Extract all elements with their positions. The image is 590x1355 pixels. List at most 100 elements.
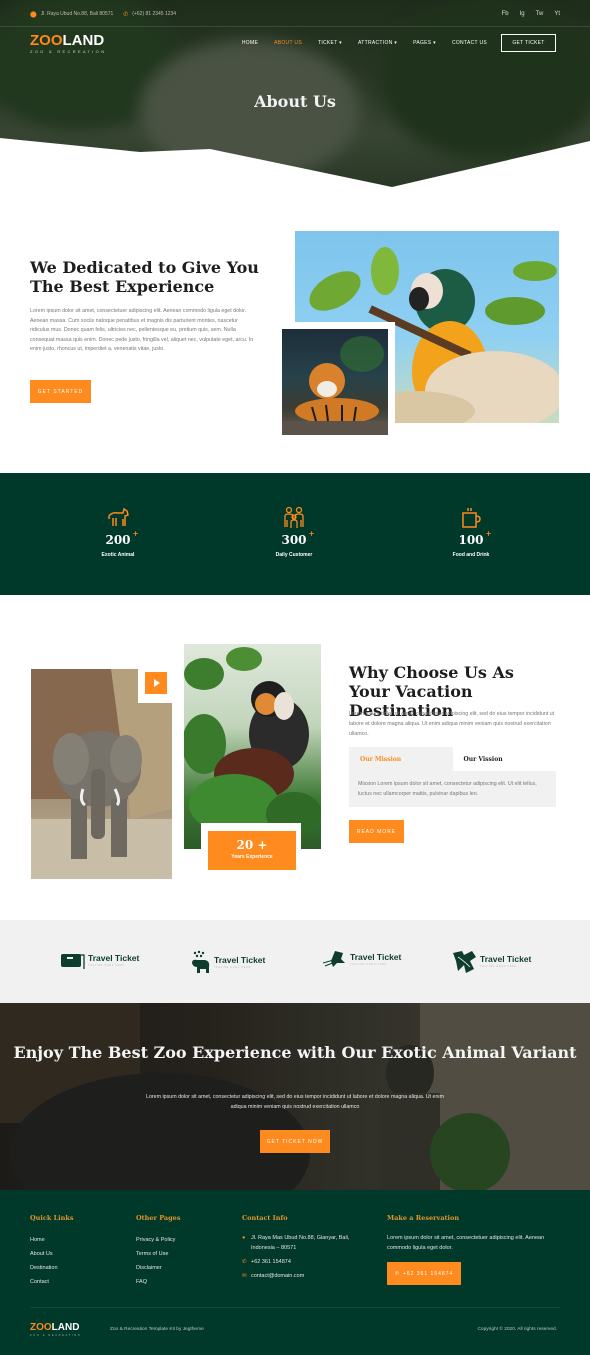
mission-vision-tabs: Our Mission Our Vission <box>349 747 556 771</box>
stat-daily-customer: 300 + Daily Customer <box>234 506 354 558</box>
nav-attraction-label: ATTRACTION <box>357 40 393 46</box>
family-icon <box>234 506 354 530</box>
footer-link-contact[interactable]: Contact <box>30 1275 74 1289</box>
nav-pages[interactable]: PAGES ▾ <box>413 40 436 46</box>
about-title: We Dedicated to Give You The Best Experi… <box>30 258 259 296</box>
read-more-button[interactable]: READ MORE <box>349 820 404 843</box>
footer-link-destination[interactable]: Destination <box>30 1261 74 1275</box>
footer-logo[interactable]: ZOOLAND ZOO & RECREATION <box>30 1322 82 1338</box>
experience-badge: 20 + Years Experience <box>208 831 296 870</box>
social-instagram-link[interactable]: Ig <box>520 11 525 17</box>
footer-other-pages: Other Pages Privacy & Policy Terms of Us… <box>136 1214 180 1289</box>
why-text: Lorem ipsum dolor sit amet, consectetur … <box>349 711 555 737</box>
airplane-map-icon <box>323 951 345 967</box>
get-started-button[interactable]: GET STARTED <box>30 380 91 403</box>
horse-icon <box>58 506 178 530</box>
logo-letter: Z <box>30 32 40 49</box>
footer-quick-links: Quick Links Home About Us Destination Co… <box>30 1214 74 1289</box>
map-pin-icon: ● <box>242 1235 246 1241</box>
stat-suffix: + <box>308 529 315 538</box>
site-logo[interactable]: ZOOLAND ZOO & RECREATION <box>30 33 106 54</box>
footer-link-home[interactable]: Home <box>30 1233 74 1247</box>
topbar-address: ⬤ Jl. Raya Ubud No.88, Bali 80571 <box>30 11 113 18</box>
stat-value: 200 + <box>105 529 138 547</box>
stat-label: Daily Customer <box>275 552 313 558</box>
partner-name: Travel Ticket <box>480 953 532 964</box>
footer-link-faq[interactable]: FAQ <box>136 1275 180 1289</box>
chevron-down-icon: ▾ <box>433 40 436 46</box>
partner-logo[interactable]: Travel Ticket TAGLINE GOES HERE <box>323 949 401 969</box>
social-twitter-link[interactable]: Tw <box>536 11 544 17</box>
stat-label: Food and Drink <box>452 552 490 558</box>
logo-o: OO <box>36 1322 52 1333</box>
partner-logo[interactable]: Travel Ticket TAGLINE GOES HERE <box>60 949 139 971</box>
footer-link-privacy[interactable]: Privacy & Policy <box>136 1233 180 1247</box>
cta-text: Lorem ipsum dolor sit amet, consectetur … <box>146 1094 444 1110</box>
topbar-divider <box>0 26 590 27</box>
footer-link-about-us[interactable]: About Us <box>30 1247 74 1261</box>
stats-section: 200 + Exotic Animal 300 + Daily Customer 1… <box>0 473 590 595</box>
tab-panel: Mission Lorem ipsum dolor sit amet, cons… <box>349 771 556 807</box>
get-ticket-button[interactable]: GET TICKET <box>501 34 556 52</box>
footer-contact-info: Contact Info ● Jl. Raya Mas Ubud No.88, G… <box>242 1214 372 1285</box>
chevron-down-icon: ▾ <box>339 40 342 46</box>
address-text: Jl. Raya Ubud No.88, Bali 80571 <box>40 11 114 17</box>
footer-heading: Make a Reservation <box>387 1214 460 1222</box>
main-nav: HOME ABOUT US TICKET ▾ ATTRACTION ▾ PAGE… <box>226 34 556 52</box>
email-link[interactable]: contact@domain.com <box>251 1271 304 1281</box>
page-title: About Us <box>254 92 336 111</box>
stat-label: Exotic Animal <box>101 552 135 558</box>
stat-number: 100 <box>458 533 484 547</box>
monkey-illustration <box>184 647 321 836</box>
logo-o: OO <box>39 32 63 49</box>
about-text: Lorem ipsum dolor sit amet, consectetuer… <box>30 308 254 353</box>
footer-copyright: Copyright © 2020. All rights reserved. <box>477 1327 557 1332</box>
envelope-icon: ✉ <box>242 1273 247 1279</box>
footer-link-disclaimer[interactable]: Disclaimer <box>136 1261 180 1275</box>
stat-suffix: + <box>485 529 492 538</box>
stat-value: 100 + <box>458 529 491 547</box>
partner-name: Travel Ticket <box>88 952 140 963</box>
contact-phone: ✆ +62 361 154874 <box>242 1257 372 1267</box>
address-text: Jl. Raya Mas Ubud No.88, Gianyar, Bali, … <box>251 1235 350 1251</box>
nav-pages-label: PAGES <box>413 40 432 46</box>
monkey-image <box>184 644 321 849</box>
play-video-button[interactable] <box>145 672 167 694</box>
get-ticket-now-button[interactable]: GET TICKET NOW <box>260 1130 330 1153</box>
phone-icon: ✆ <box>394 1270 400 1277</box>
phone-icon: ✆ <box>242 1259 247 1265</box>
nav-contact-us[interactable]: CONTACT US <box>452 40 487 46</box>
tiger-illustration <box>282 336 388 435</box>
partner-logo[interactable]: Travel Ticket TAGLINE GOES HERE <box>189 949 265 975</box>
footer-link-terms[interactable]: Terms of Use <box>136 1247 180 1261</box>
elephant-tree-icon <box>192 950 210 973</box>
partner-name: Travel Ticket <box>350 951 402 962</box>
social-facebook-link[interactable]: Fb <box>502 11 509 17</box>
logo-tagline: ZOO & RECREATION <box>30 1334 82 1337</box>
nav-home[interactable]: HOME <box>242 40 258 46</box>
experience-label: Years Experience <box>231 854 273 860</box>
nav-about-us[interactable]: ABOUT US <box>274 40 302 46</box>
tab-our-vision[interactable]: Our Vission <box>452 747 556 771</box>
cta-section: Enjoy The Best Zoo Experience with Our E… <box>0 1003 590 1190</box>
cup-icon <box>411 506 531 530</box>
tab-our-mission[interactable]: Our Mission <box>349 747 453 771</box>
social-youtube-link[interactable]: Yt <box>554 11 560 17</box>
partner-name: Travel Ticket <box>214 954 266 965</box>
map-pin-icon: ⬤ <box>30 11 37 18</box>
social-links: Fb Ig Tw Yt <box>502 11 560 17</box>
play-icon <box>154 679 160 687</box>
reservation-phone-button[interactable]: ✆ +62 361 154874 <box>387 1262 461 1285</box>
tiger-image <box>282 329 388 435</box>
partner-logo[interactable]: Travel Ticket TAGLINE GOES HERE <box>452 949 531 973</box>
phone-icon: ✆ <box>123 11 129 18</box>
nav-ticket[interactable]: TICKET ▾ <box>318 40 342 46</box>
logo-land: LAND <box>51 1322 80 1333</box>
site-footer: Quick Links Home About Us Destination Co… <box>0 1190 590 1355</box>
top-info-bar: ⬤ Jl. Raya Ubud No.88, Bali 80571 ✆ (+62… <box>30 8 560 20</box>
phone-text: (+62) 81 2345 1234 <box>132 11 177 17</box>
nav-attraction[interactable]: ATTRACTION ▾ <box>358 40 397 46</box>
nav-ticket-label: TICKET <box>317 40 338 46</box>
footer-reservation: Make a Reservation Lorem ipsum dolor sit… <box>387 1214 557 1285</box>
partner-tagline: TAGLINE GOES HERE <box>350 962 387 966</box>
